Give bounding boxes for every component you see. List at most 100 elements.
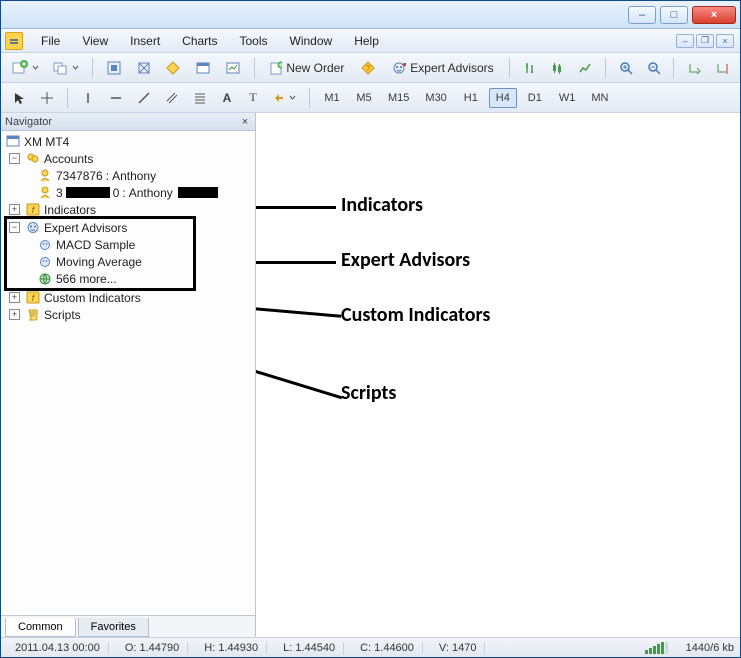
chart-bars-button[interactable] — [518, 57, 542, 79]
menu-insert[interactable]: Insert — [120, 31, 170, 51]
market-watch-button[interactable] — [101, 57, 127, 79]
tree-accounts[interactable]: − Accounts — [5, 150, 253, 167]
menu-view[interactable]: View — [72, 31, 118, 51]
text-label-tool[interactable]: T — [242, 87, 264, 109]
timeframe-h1[interactable]: H1 — [457, 88, 485, 108]
timeframe-mn[interactable]: MN — [585, 88, 614, 108]
chart-shift-button[interactable] — [710, 57, 734, 79]
expand-icon[interactable]: + — [9, 309, 20, 320]
tree-expert-advisors[interactable]: − Expert Advisors — [7, 219, 193, 236]
expert-advisors-button[interactable]: Expert Advisors — [385, 57, 501, 79]
menu-charts[interactable]: Charts — [172, 31, 227, 51]
tree-scripts-label: Scripts — [44, 308, 81, 322]
navigator-close-button[interactable]: × — [239, 116, 251, 128]
status-close: C: 1.44600 — [352, 642, 423, 654]
ea-icon — [25, 221, 41, 235]
person-icon — [37, 186, 53, 200]
expand-icon[interactable]: + — [9, 292, 20, 303]
annotation-custom: Custom Indicators — [341, 303, 490, 327]
window-minimize-button[interactable]: – — [628, 6, 656, 24]
menu-help[interactable]: Help — [344, 31, 389, 51]
annotation-scripts: Scripts — [341, 381, 396, 405]
chart-candles-button[interactable] — [545, 57, 569, 79]
minimize-icon: – — [682, 36, 687, 46]
profiles-button[interactable] — [48, 57, 85, 79]
separator — [509, 58, 510, 78]
timeframe-w1[interactable]: W1 — [553, 88, 582, 108]
menu-file[interactable]: File — [31, 31, 70, 51]
window-close-button[interactable]: × — [692, 6, 736, 24]
annotation-line — [256, 261, 336, 264]
tree-scripts[interactable]: + Scripts — [5, 306, 253, 323]
arrows-tool[interactable] — [268, 87, 301, 109]
window-maximize-button[interactable]: □ — [660, 6, 688, 24]
data-window-button[interactable] — [160, 57, 186, 79]
tree-custom-indicators-label: Custom Indicators — [44, 291, 141, 305]
ea-item-icon — [37, 238, 53, 252]
crosshair-tool[interactable] — [35, 87, 59, 109]
new-chart-button[interactable] — [7, 57, 44, 79]
collapse-icon[interactable]: − — [9, 222, 20, 233]
tree-ea-more[interactable]: 566 more... — [7, 270, 193, 287]
chart-line-button[interactable] — [573, 57, 597, 79]
person-icon — [37, 169, 53, 183]
timeframe-m1[interactable]: M1 — [318, 88, 346, 108]
menu-tools[interactable]: Tools — [230, 31, 278, 51]
new-order-button[interactable]: New Order — [263, 57, 352, 79]
expand-icon[interactable]: + — [9, 204, 20, 215]
tree-account-item[interactable]: 30: Anthony — [5, 184, 253, 201]
tree-ea-item[interactable]: Moving Average — [7, 253, 193, 270]
restore-icon: ❐ — [701, 35, 709, 46]
timeframe-m15[interactable]: M15 — [382, 88, 415, 108]
mdi-restore-button[interactable]: ❐ — [696, 34, 714, 48]
annotation-ea: Expert Advisors — [341, 248, 470, 272]
tree-account-item[interactable]: 7347876: Anthony — [5, 167, 253, 184]
cursor-tool[interactable] — [7, 87, 31, 109]
mdi-minimize-button[interactable]: – — [676, 34, 694, 48]
tree-indicators[interactable]: + f Indicators — [5, 201, 253, 218]
separator — [605, 58, 606, 78]
annotation-line — [256, 315, 342, 399]
strategy-tester-button[interactable] — [220, 57, 246, 79]
globe-icon — [37, 272, 53, 286]
collapse-icon[interactable]: − — [9, 153, 20, 164]
account-name: Anthony — [129, 186, 173, 200]
text-tool[interactable]: A — [216, 87, 238, 109]
timeframe-h4[interactable]: H4 — [489, 88, 517, 108]
mdi-close-button[interactable]: × — [716, 34, 734, 48]
separator — [254, 58, 255, 78]
account-id-partial: 3 — [56, 186, 63, 200]
navigator-button[interactable] — [131, 57, 157, 79]
tree-ea-item[interactable]: MACD Sample — [7, 236, 193, 253]
metaquotes-button[interactable]: ? — [355, 57, 381, 79]
statusbar: 2011.04.13 00:00 O: 1.44790 H: 1.44930 L… — [1, 637, 740, 657]
trendline-tool[interactable] — [132, 87, 156, 109]
timeframe-m5[interactable]: M5 — [350, 88, 378, 108]
timeframe-m30[interactable]: M30 — [419, 88, 452, 108]
tree-root-label: XM MT4 — [24, 135, 69, 149]
zoom-in-button[interactable] — [614, 57, 638, 79]
zoom-out-button[interactable] — [642, 57, 666, 79]
navigator-tree: XM MT4 − Accounts 7347876: Anthony 30: A… — [1, 131, 255, 615]
tree-root[interactable]: XM MT4 — [5, 133, 253, 150]
tab-favorites[interactable]: Favorites — [78, 618, 149, 637]
menu-window[interactable]: Window — [280, 31, 343, 51]
tree-custom-indicators[interactable]: + f Custom Indicators — [5, 289, 253, 306]
timeframe-d1[interactable]: D1 — [521, 88, 549, 108]
terminal-button[interactable] — [190, 57, 216, 79]
tree-indicators-label: Indicators — [44, 203, 96, 217]
channel-tool[interactable] — [160, 87, 184, 109]
vertical-line-tool[interactable] — [76, 87, 100, 109]
chevron-down-icon — [72, 64, 79, 71]
auto-scroll-button[interactable] — [682, 57, 706, 79]
navigator-title: Navigator — [5, 116, 52, 128]
horizontal-line-tool[interactable] — [104, 87, 128, 109]
status-high: H: 1.44930 — [196, 642, 267, 654]
annotation-indicators: Indicators — [341, 193, 423, 217]
tab-common[interactable]: Common — [5, 618, 76, 637]
accounts-icon — [25, 152, 41, 166]
fibonacci-tool[interactable] — [188, 87, 212, 109]
ea-item-icon — [37, 255, 53, 269]
custom-indicator-icon: f — [25, 291, 41, 305]
status-open: O: 1.44790 — [117, 642, 188, 654]
